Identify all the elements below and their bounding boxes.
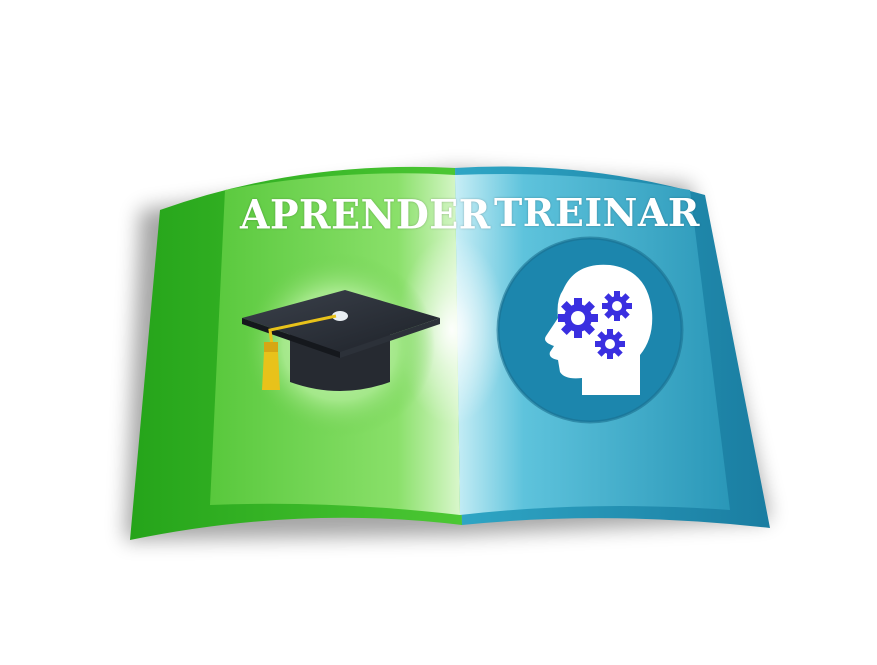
open-book-illustration xyxy=(125,166,770,540)
treinar-title: TREINAR xyxy=(494,190,700,235)
logo-stage: APRENDER TREINAR xyxy=(0,0,877,665)
aprender-title: APRENDER xyxy=(240,190,491,239)
